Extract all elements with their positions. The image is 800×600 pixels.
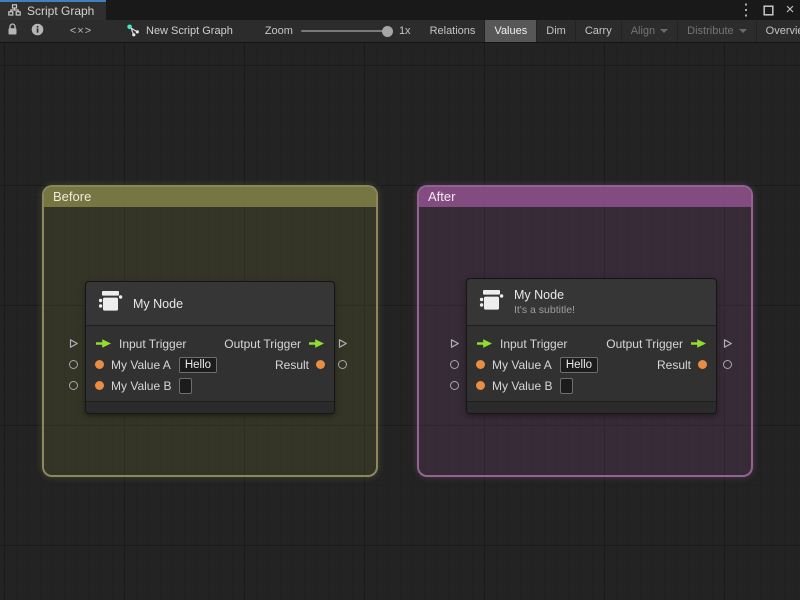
lock-button[interactable] <box>0 20 25 42</box>
port-row-value-b: My Value B <box>467 375 716 396</box>
node-footer <box>86 401 334 413</box>
node-titles: My Node It's a subtitle! <box>514 288 575 316</box>
tab-script-graph[interactable]: Script Graph <box>0 0 107 20</box>
dim-toggle[interactable]: Dim <box>537 20 576 42</box>
node-my-node-after[interactable]: My Node It's a subtitle! Input Trigger O… <box>466 278 717 414</box>
group-header[interactable]: Before <box>44 187 376 207</box>
port-row-value-b: My Value B <box>86 375 334 396</box>
value-b-port-icon[interactable] <box>476 381 485 390</box>
tab-title: Script Graph <box>27 4 95 18</box>
tab-bar: Script Graph ⋮ × <box>0 0 800 20</box>
result-port-icon[interactable] <box>316 360 325 369</box>
external-input-trigger-port[interactable] <box>68 338 79 349</box>
input-trigger-port-icon[interactable] <box>476 338 493 349</box>
group-header[interactable]: After <box>419 187 751 207</box>
external-value-b-port[interactable] <box>69 381 78 390</box>
port-label: My Value A <box>111 357 171 372</box>
external-result-port[interactable] <box>723 360 732 369</box>
node-port-rows: Input Trigger Output Trigger My Value A … <box>467 326 716 401</box>
close-icon[interactable]: × <box>782 2 798 18</box>
port-row-trigger: Input Trigger Output Trigger <box>467 333 716 354</box>
graph-toolbar: <×> New Script Graph Zoom 1x Relations V… <box>0 20 800 43</box>
output-trigger-port-icon[interactable] <box>690 338 707 349</box>
external-value-a-port[interactable] <box>69 360 78 369</box>
breadcrumb-label: New Script Graph <box>146 25 233 37</box>
external-result-port[interactable] <box>338 360 347 369</box>
port-row-value-a: My Value A Hello Result <box>86 354 334 375</box>
node-title: My Node <box>514 288 565 302</box>
external-input-trigger-port[interactable] <box>449 338 460 349</box>
node-footer <box>467 401 716 413</box>
values-toggle[interactable]: Values <box>485 20 538 42</box>
zoom-value: 1x <box>398 25 411 37</box>
zoom-slider[interactable] <box>300 25 393 37</box>
zoom-control: Zoom 1x <box>265 20 421 42</box>
maximize-icon[interactable] <box>760 2 776 18</box>
distribute-label: Distribute <box>687 25 734 37</box>
overview-button[interactable]: Overview <box>757 20 800 42</box>
port-row-value-a: My Value A Hello Result <box>467 354 716 375</box>
relations-toggle[interactable]: Relations <box>421 20 486 42</box>
port-label: Output Trigger <box>224 336 301 351</box>
port-label: Input Trigger <box>500 336 568 351</box>
node-my-node-before[interactable]: My Node Input Trigger Output Trigger My … <box>85 281 335 414</box>
value-a-port-icon[interactable] <box>95 360 104 369</box>
value-b-port-icon[interactable] <box>95 381 104 390</box>
port-label: Result <box>274 357 309 372</box>
port-label: My Value A <box>492 357 552 372</box>
node-titles: My Node <box>133 297 183 311</box>
input-trigger-port-icon[interactable] <box>95 338 112 349</box>
node-port-rows: Input Trigger Output Trigger My Value A … <box>86 326 334 401</box>
info-button[interactable] <box>25 20 50 42</box>
window-controls: ⋮ × <box>738 0 798 20</box>
port-label: My Value B <box>111 378 172 393</box>
zoom-label: Zoom <box>264 25 293 37</box>
lock-icon <box>7 23 18 39</box>
external-output-trigger-port[interactable] <box>337 338 348 349</box>
port-row-trigger: Input Trigger Output Trigger <box>86 333 334 354</box>
node-title: My Node <box>133 296 184 311</box>
script-graph-asset-icon <box>126 23 140 40</box>
port-label: Output Trigger <box>606 336 683 351</box>
port-label: Result <box>656 357 691 372</box>
breadcrumb[interactable]: New Script Graph <box>112 20 243 42</box>
external-output-trigger-port[interactable] <box>722 338 733 349</box>
chevron-down-icon <box>660 29 669 33</box>
info-icon <box>31 23 44 39</box>
port-label: My Value B <box>492 378 553 393</box>
code-preview-button[interactable]: <×> <box>50 20 112 42</box>
unit-icon <box>477 287 505 318</box>
value-b-input[interactable] <box>179 377 193 394</box>
port-label: Input Trigger <box>119 336 187 351</box>
graph-canvas[interactable]: Before After My Node Input Trigger Outpu… <box>0 43 800 600</box>
value-a-input[interactable]: Hello <box>178 356 218 373</box>
node-header[interactable]: My Node It's a subtitle! <box>467 279 716 326</box>
output-trigger-port-icon[interactable] <box>308 338 325 349</box>
align-label: Align <box>630 25 656 37</box>
value-b-input[interactable] <box>560 377 574 394</box>
node-subtitle: It's a subtitle! <box>514 304 575 316</box>
graph-hierarchy-icon <box>8 3 21 19</box>
window-menu-icon[interactable]: ⋮ <box>738 2 754 19</box>
align-dropdown: Align <box>622 20 679 42</box>
node-header[interactable]: My Node <box>86 282 334 326</box>
distribute-dropdown: Distribute <box>678 20 757 42</box>
external-value-a-port[interactable] <box>450 360 459 369</box>
zoom-slider-knob[interactable] <box>381 25 393 37</box>
value-a-port-icon[interactable] <box>476 360 485 369</box>
result-port-icon[interactable] <box>698 360 707 369</box>
chevron-down-icon <box>738 29 747 33</box>
unit-icon <box>96 288 124 319</box>
external-value-b-port[interactable] <box>450 381 459 390</box>
value-a-input[interactable]: Hello <box>559 356 599 373</box>
carry-toggle[interactable]: Carry <box>576 20 622 42</box>
